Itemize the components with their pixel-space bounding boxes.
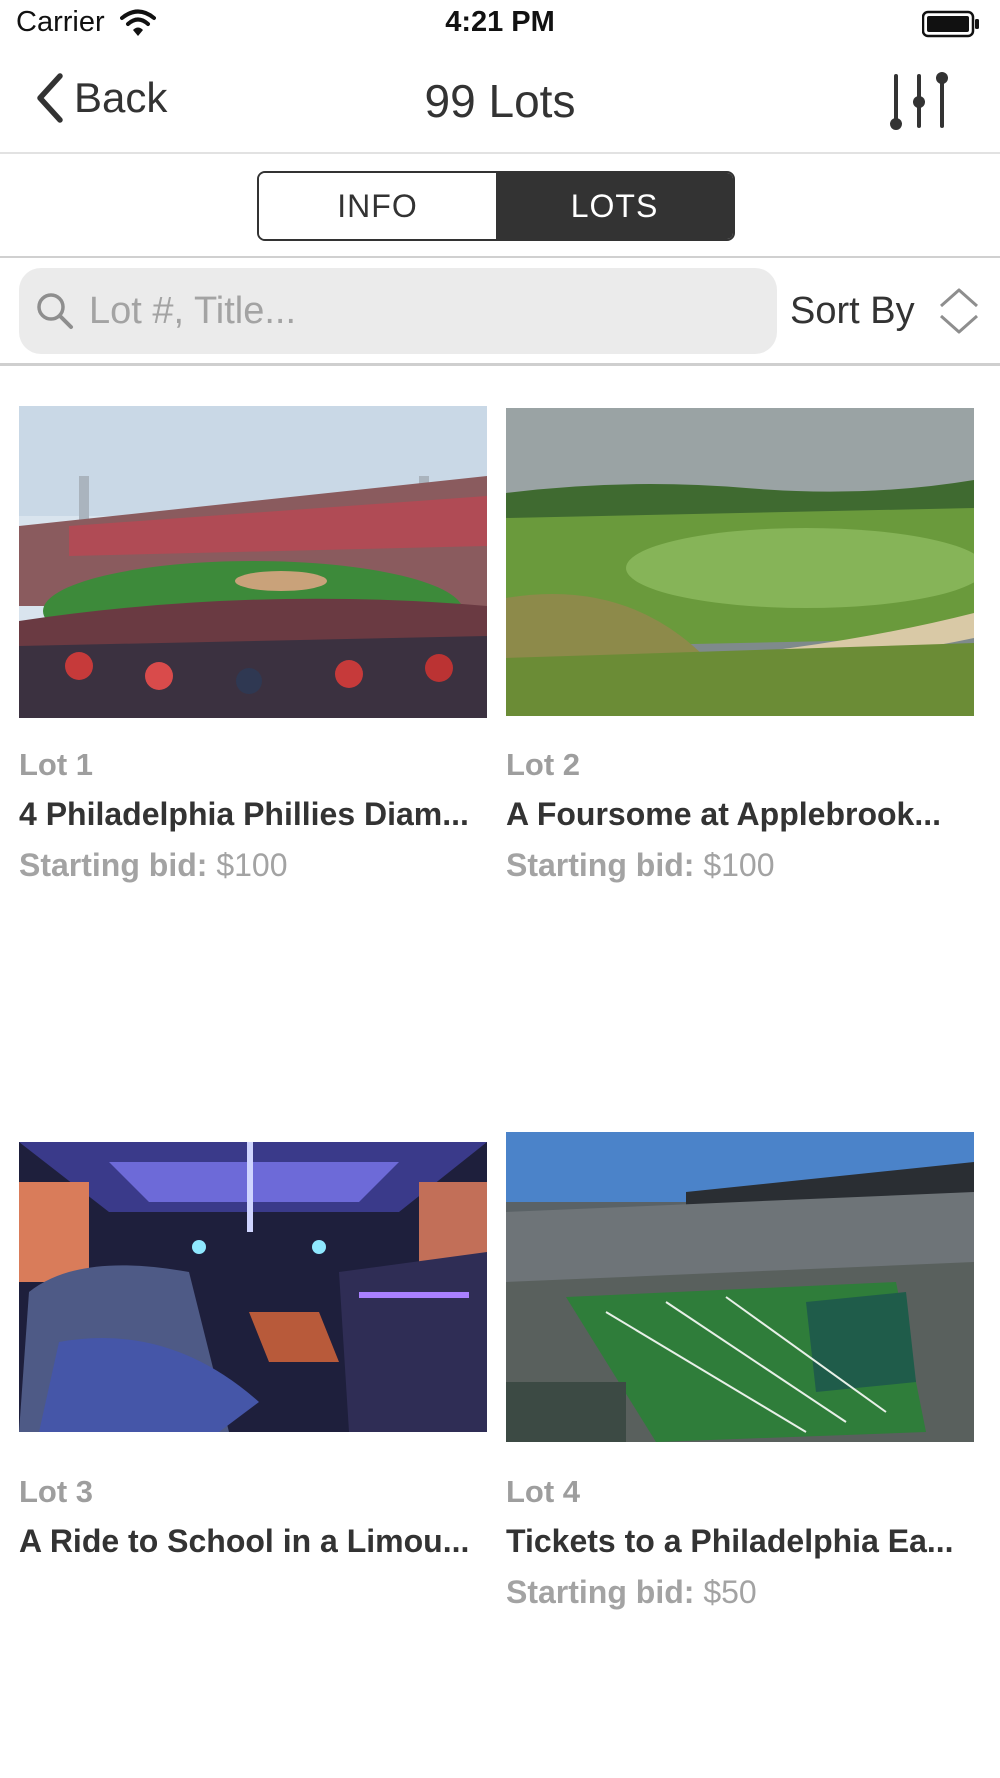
golf-course-photo	[506, 408, 974, 716]
segmented-control-bar: INFO LOTS	[0, 154, 1000, 258]
lot-title: 4 Philadelphia Phillies Diam...	[19, 796, 469, 832]
lot-starting-bid: Starting bid: $100	[19, 847, 288, 884]
lot-number: Lot 3	[19, 1474, 94, 1509]
lot-card-3[interactable]: Lot 3 A Ride to School in a Limou...	[19, 1142, 487, 1572]
lot-card-1[interactable]: Lot 1 4 Philadelphia Phillies Diam... St…	[19, 406, 487, 886]
bid-label: Starting bid:	[506, 1574, 695, 1610]
tab-info[interactable]: INFO	[259, 173, 496, 239]
bid-value: $50	[703, 1574, 757, 1610]
bid-label: Starting bid:	[19, 847, 208, 883]
search-icon	[37, 293, 73, 329]
search-input[interactable]	[87, 288, 751, 334]
page-title: 99 Lots	[424, 75, 576, 127]
lot-number: Lot 2	[506, 747, 581, 782]
lot-number: Lot 4	[506, 1474, 581, 1509]
baseball-stadium-photo	[19, 406, 487, 718]
lot-card-2[interactable]: Lot 2 A Foursome at Applebrook... Starti…	[506, 408, 974, 888]
sort-button[interactable]: Sort By	[790, 268, 990, 354]
navigation-bar: Back 99 Lots	[0, 48, 1000, 154]
football-stadium-photo	[506, 1132, 974, 1442]
bid-value: $100	[216, 847, 288, 883]
status-bar: Carrier 4:21 PM	[0, 0, 1000, 48]
segmented-control: INFO LOTS	[257, 171, 735, 241]
lot-card-4[interactable]: Lot 4 Tickets to a Philadelphia Ea... St…	[506, 1132, 974, 1622]
sort-updown-icon	[939, 288, 978, 334]
search-row: Sort By	[0, 258, 1000, 366]
lot-number: Lot 1	[19, 747, 94, 782]
search-box	[19, 268, 777, 354]
status-time: 4:21 PM	[445, 6, 555, 38]
limousine-interior-photo	[19, 1142, 487, 1432]
lot-starting-bid: Starting bid: $50	[506, 1574, 757, 1611]
lot-title: Tickets to a Philadelphia Ea...	[506, 1523, 954, 1559]
sort-label: Sort By	[790, 289, 915, 332]
bid-value: $100	[703, 847, 775, 883]
bid-label: Starting bid:	[506, 847, 695, 883]
lot-title: A Foursome at Applebrook...	[506, 796, 941, 832]
lot-title: A Ride to School in a Limou...	[19, 1523, 470, 1559]
filter-sliders-icon[interactable]	[884, 68, 954, 134]
tab-lots[interactable]: LOTS	[496, 173, 733, 239]
lot-starting-bid: Starting bid: $100	[506, 847, 775, 884]
battery-icon	[922, 10, 979, 38]
